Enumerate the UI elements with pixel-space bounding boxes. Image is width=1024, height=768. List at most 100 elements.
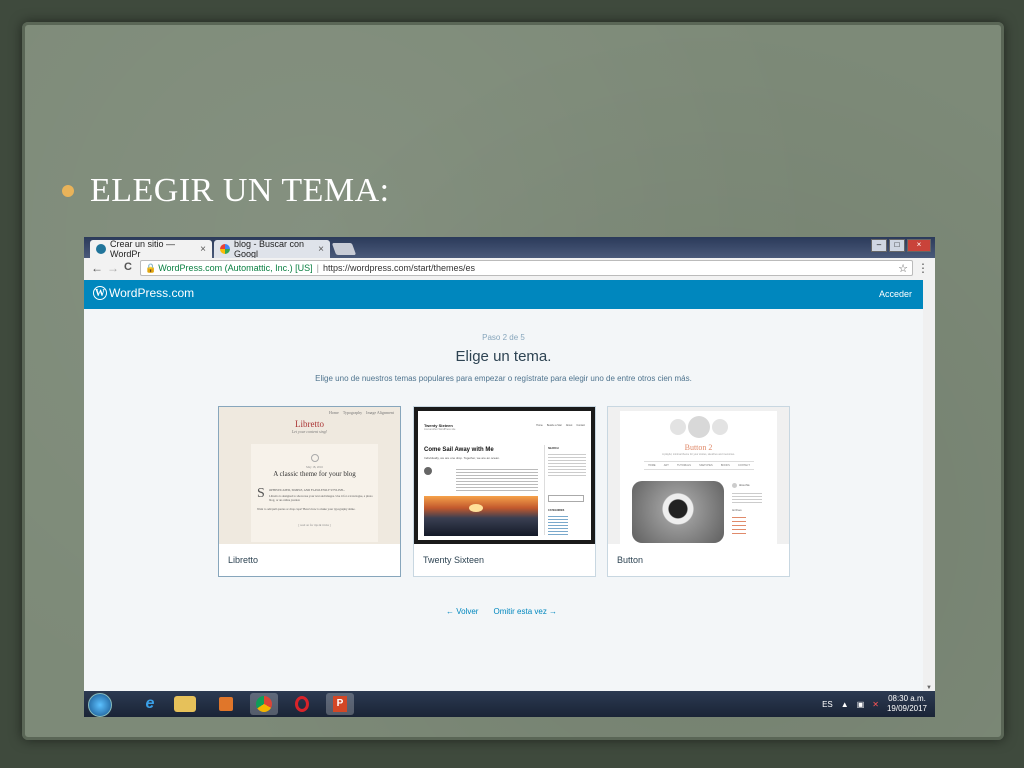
forward-arrow-icon[interactable]: → (107, 261, 119, 275)
step-indicator: Paso 2 de 5 (482, 333, 525, 342)
libretto-menu-item: Image Alignment (366, 410, 394, 415)
clock-time: 08:30 a.m. (888, 694, 926, 703)
back-arrow-icon[interactable]: ← (91, 261, 103, 275)
ts-post-title: Come Sail Away with Me (424, 447, 494, 453)
chrome-icon[interactable] (250, 693, 278, 715)
start-button[interactable] (88, 693, 112, 717)
url-bar[interactable]: 🔒 WordPress.com (Automattic, Inc.) [US] … (140, 260, 913, 276)
url-text: https://wordpress.com/start/themes/es (322, 263, 475, 273)
url-separator: | (316, 263, 319, 273)
clock-date: 19/09/2017 (886, 704, 927, 713)
ts-menu-item: Contact (576, 424, 585, 427)
wordpress-favicon-icon (96, 244, 106, 254)
button-widget-archive: Archives (732, 509, 742, 512)
ts-sidebar-search: SEARCH (548, 447, 559, 450)
system-tray: ES ▲ ▣ ✕ 08:30 a.m. 19/09/2017 (822, 694, 927, 714)
button-deco-icon (688, 416, 710, 438)
volume-muted-icon[interactable]: ✕ (872, 700, 879, 709)
libretto-body-2: Want to add pull quotes or drop caps? He… (257, 507, 356, 511)
libretto-body: Libretto is designed to showcase your te… (269, 494, 373, 502)
libretto-date: May 18, 2016 (306, 465, 323, 469)
media-player-icon[interactable] (212, 693, 240, 715)
tab-label: blog - Buscar con Googl (234, 239, 305, 259)
ts-menu-item: Home (536, 424, 543, 427)
button-title: Button 2 (684, 443, 713, 452)
libretto-post-title: A classic theme for your blog (273, 470, 356, 478)
theme-thumbnail-button[interactable]: Button 2 A playful, minimal theme for yo… (608, 407, 789, 544)
minimize-button[interactable]: – (871, 239, 887, 252)
internet-explorer-icon[interactable]: e (136, 693, 164, 715)
back-link[interactable]: ← Volver (446, 607, 478, 616)
wordpress-masterbar: W WordPress.com Acceder (84, 280, 923, 309)
secure-origin-label: WordPress.com (Automattic, Inc.) [US] (158, 263, 313, 273)
theme-name-libretto: Libretto (228, 555, 259, 565)
page-scrollbar[interactable]: ▼ (923, 280, 935, 691)
post-format-icon (311, 454, 319, 462)
maximize-button[interactable]: □ (889, 239, 905, 252)
libretto-drop-cap: S (257, 486, 265, 501)
browser-screenshot: Crear un sitio — WordPr × blog - Buscar … (84, 237, 935, 717)
libretto-tagline: Let your content sing! (291, 429, 328, 434)
wordpress-logo-icon: W (93, 286, 107, 300)
opera-icon[interactable] (288, 693, 316, 715)
tab-strip: Crear un sitio — WordPr × blog - Buscar … (84, 237, 935, 259)
button-menu-item: CONTACT (737, 464, 750, 467)
libretto-menu-item: Home (329, 410, 339, 415)
theme-card-twenty-sixteen[interactable]: Twenty Sixteen Just another WordPress si… (413, 406, 596, 577)
reload-icon[interactable]: C (124, 261, 132, 273)
ts-menu-item: Beside a Star (546, 424, 562, 427)
libretto-read-more: [ read on for tips & tricks ] (298, 523, 331, 527)
libretto-title: Libretto (295, 419, 324, 429)
button-coffee-image (632, 481, 724, 543)
browser-menu-icon[interactable]: ⋮ (917, 261, 929, 275)
system-clock[interactable]: 08:30 a.m. 19/09/2017 (887, 694, 927, 714)
tab-crear-sitio[interactable]: Crear un sitio — WordPr × (90, 239, 212, 259)
tab-google[interactable]: blog - Buscar con Googl × (214, 239, 330, 259)
bullet-icon (62, 185, 74, 197)
author-avatar (424, 467, 432, 475)
ts-sidebar-categories: CATEGORIES (548, 509, 565, 512)
arrow-right-icon: → (549, 607, 558, 616)
slide-title: ELEGIR UN TEMA: (62, 172, 390, 210)
login-link[interactable]: Acceder (879, 289, 912, 299)
theme-thumbnail-libretto[interactable]: Home Typography Image Alignment Libretto… (219, 407, 400, 544)
theme-card-button[interactable]: Button 2 A playful, minimal theme for yo… (607, 406, 790, 577)
ts-sunset-image (424, 496, 538, 536)
theme-name-button: Button (617, 555, 644, 565)
show-hidden-icons-icon[interactable]: ▲ (841, 700, 849, 709)
folder-icon[interactable] (174, 696, 196, 712)
skip-link-label: Omitir esta vez (493, 607, 547, 616)
button-deco-icon (712, 419, 728, 435)
button-menu-item: ART (663, 464, 669, 467)
theme-card-libretto[interactable]: Home Typography Image Alignment Libretto… (218, 406, 401, 577)
bookmark-star-icon[interactable]: ☆ (898, 262, 908, 275)
tab-close-icon[interactable]: × (318, 244, 324, 255)
ts-menu-item: About (565, 424, 573, 427)
page-heading: Elige un tema. (455, 348, 552, 365)
libretto-menu-item: Typography (342, 410, 363, 415)
back-link-label: Volver (456, 607, 479, 616)
button-menu-item: BOOKS (720, 464, 730, 467)
theme-name-twenty-sixteen: Twenty Sixteen (423, 555, 485, 565)
libretto-body-lead: OPHISTICATED, SIMPLE, AND FLAWLESSLY STY… (269, 488, 346, 492)
ts-menu: Home Beside a Star About Contact (536, 424, 585, 427)
button-widget-about: About Me (739, 484, 750, 487)
theme-thumbnail-twenty-sixteen[interactable]: Twenty Sixteen Just another WordPress si… (414, 407, 595, 544)
new-tab-button[interactable] (331, 243, 357, 255)
wordpress-logo[interactable]: W WordPress.com (93, 286, 194, 300)
network-icon[interactable]: ▣ (857, 700, 865, 709)
tab-close-icon[interactable]: × (200, 244, 206, 255)
close-window-button[interactable]: × (907, 239, 931, 252)
ts-excerpt: Individually, we are one drop. Together,… (424, 456, 500, 460)
address-toolbar: ← → C 🔒 WordPress.com (Automattic, Inc.)… (84, 258, 935, 281)
button-menu-item: HOME (648, 464, 656, 467)
skip-link[interactable]: Omitir esta vez → (493, 607, 557, 616)
page-subheading: Elige uno de nuestros temas populares pa… (315, 374, 692, 383)
window-controls: – □ × (871, 239, 931, 252)
button-tagline: A playful, minimal theme for your storie… (662, 453, 735, 456)
button-menu: HOME ART TUTORIALS SKETCHES BOOKS CONTAC… (644, 461, 754, 470)
language-indicator[interactable]: ES (822, 700, 833, 709)
powerpoint-icon[interactable]: P (326, 693, 354, 715)
button-deco-icon (670, 419, 686, 435)
signup-content: Paso 2 de 5 Elige un tema. Elige uno de … (84, 309, 923, 691)
